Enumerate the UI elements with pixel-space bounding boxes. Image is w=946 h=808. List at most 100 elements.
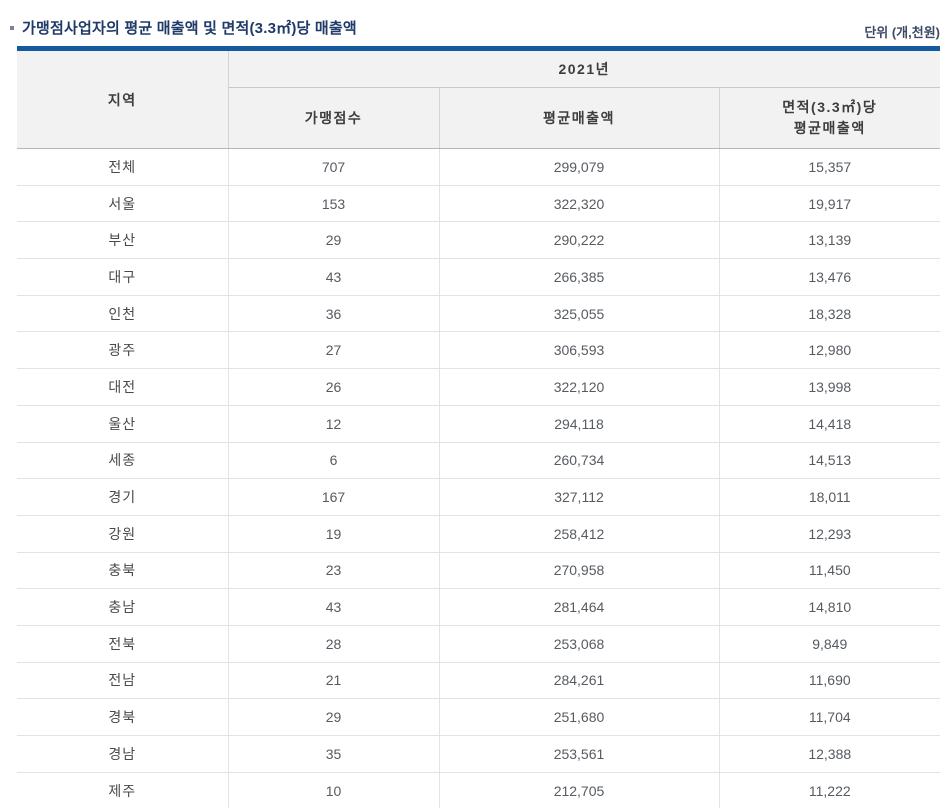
table-header-avg-sales: 평균매출액 (439, 87, 720, 149)
table-row: 충남 43 281,464 14,810 (17, 588, 940, 626)
region-cell: 울산 (17, 405, 229, 443)
page: 가맹점사업자의 평균 매출액 및 면적(3.3㎡)당 매출액 단위 (개,천원)… (0, 0, 946, 808)
table-row: 경북 29 251,680 11,704 (17, 698, 940, 736)
table-header-region: 지역 (17, 48, 229, 149)
table-header: 지역 2021년 가맹점수 평균매출액 면적(3.3㎡)당 평균매출액 (17, 48, 940, 149)
avg-sales-cell: 270,958 (439, 552, 720, 590)
title-wrap: 가맹점사업자의 평균 매출액 및 면적(3.3㎡)당 매출액 (10, 17, 357, 38)
region-cell: 전북 (17, 625, 229, 663)
per-area-sales-cell: 11,450 (719, 552, 940, 590)
store-count-cell: 12 (228, 405, 440, 443)
store-count-cell: 23 (228, 552, 440, 590)
store-count-cell: 153 (228, 185, 440, 223)
avg-sales-cell: 251,680 (439, 698, 720, 736)
store-count-cell: 6 (228, 442, 440, 480)
avg-sales-cell: 322,120 (439, 368, 720, 406)
regional-sales-table: 지역 2021년 가맹점수 평균매출액 면적(3.3㎡)당 평균매출액 전체 7… (17, 46, 940, 808)
per-area-sales-cell: 13,139 (719, 221, 940, 260)
region-cell: 전체 (17, 148, 229, 186)
per-area-sales-cell: 11,690 (719, 662, 940, 700)
store-count-cell: 29 (228, 698, 440, 736)
unit-label: 단위 (개,천원) (864, 25, 940, 40)
table-row: 부산 29 290,222 13,139 (17, 221, 940, 260)
table-row: 전남 21 284,261 11,690 (17, 662, 940, 700)
avg-sales-cell: 258,412 (439, 515, 720, 553)
region-cell: 전남 (17, 662, 229, 700)
avg-sales-cell: 260,734 (439, 442, 720, 480)
store-count-cell: 26 (228, 368, 440, 406)
table-row: 광주 27 306,593 12,980 (17, 331, 940, 370)
table-row: 제주 10 212,705 11,222 (17, 772, 940, 808)
store-count-cell: 43 (228, 588, 440, 626)
region-cell: 충남 (17, 588, 229, 626)
table-row: 서울 153 322,320 19,917 (17, 185, 940, 223)
per-area-sales-cell: 14,810 (719, 588, 940, 626)
table-row: 강원 19 258,412 12,293 (17, 515, 940, 553)
region-cell: 광주 (17, 331, 229, 370)
table-row: 전체 707 299,079 15,357 (17, 148, 940, 186)
per-area-sales-cell: 12,980 (719, 331, 940, 370)
avg-sales-cell: 294,118 (439, 405, 720, 443)
region-cell: 경북 (17, 698, 229, 736)
store-count-cell: 28 (228, 625, 440, 663)
table-row: 경기 167 327,112 18,011 (17, 478, 940, 516)
region-cell: 서울 (17, 185, 229, 223)
bullet-square-icon (10, 25, 14, 30)
per-area-sales-cell: 12,388 (719, 735, 940, 773)
per-area-sales-cell: 9,849 (719, 625, 940, 663)
avg-sales-cell: 325,055 (439, 295, 720, 333)
region-cell: 경기 (17, 478, 229, 516)
table-row: 세종 6 260,734 14,513 (17, 442, 940, 480)
table-row: 충북 23 270,958 11,450 (17, 552, 940, 590)
table-topbar: 가맹점사업자의 평균 매출액 및 면적(3.3㎡)당 매출액 단위 (개,천원) (0, 0, 946, 41)
region-cell: 강원 (17, 515, 229, 553)
per-area-sales-cell: 18,328 (719, 295, 940, 333)
avg-sales-cell: 290,222 (439, 221, 720, 260)
region-cell: 대전 (17, 368, 229, 406)
per-area-sales-cell: 14,418 (719, 405, 940, 443)
region-cell: 제주 (17, 772, 229, 808)
per-area-sales-cell: 18,011 (719, 478, 940, 516)
per-area-header-line1: 면적(3.3㎡)당 (782, 99, 878, 115)
store-count-cell: 10 (228, 772, 440, 808)
per-area-sales-cell: 11,222 (808, 782, 851, 799)
avg-sales-cell: 212,705 (439, 772, 720, 808)
table-row: 경남 35 253,561 12,388 (17, 735, 940, 773)
per-area-sales-cell: 11,704 (719, 698, 940, 736)
per-area-sales-cell: 15,357 (719, 148, 940, 186)
avg-sales-cell: 284,261 (439, 662, 720, 700)
store-count-cell: 35 (228, 735, 440, 773)
region-cell: 대구 (17, 258, 229, 296)
avg-sales-cell: 322,320 (439, 185, 720, 223)
region-cell: 충북 (17, 552, 229, 590)
table-header-per-area-sales: 면적(3.3㎡)당 평균매출액 (719, 87, 940, 149)
per-area-header-line2: 평균매출액 (793, 120, 866, 136)
store-count-cell: 43 (228, 258, 440, 296)
table-header-store-count: 가맹점수 (228, 87, 440, 149)
avg-sales-cell: 299,079 (439, 148, 720, 186)
region-cell: 인천 (17, 295, 229, 333)
region-cell: 세종 (17, 442, 229, 480)
per-area-sales-cell: 13,998 (719, 368, 940, 406)
store-count-cell: 707 (228, 148, 440, 186)
region-cell: 부산 (17, 221, 229, 260)
table-body: 전체 707 299,079 15,357 서울 153 322,320 19,… (17, 148, 940, 808)
avg-sales-cell: 306,593 (439, 331, 720, 370)
store-count-cell: 21 (228, 662, 440, 700)
table-header-year: 2021년 (228, 48, 940, 88)
per-area-sales-cell: 12,293 (719, 515, 940, 553)
avg-sales-cell: 281,464 (439, 588, 720, 626)
table-row: 울산 12 294,118 14,418 (17, 405, 940, 443)
table-row: 대구 43 266,385 13,476 (17, 258, 940, 296)
store-count-cell: 19 (228, 515, 440, 553)
avg-sales-cell: 253,561 (439, 735, 720, 773)
per-area-sales-cell: 14,513 (719, 442, 940, 480)
avg-sales-cell: 327,112 (439, 478, 720, 516)
table-row: 인천 36 325,055 18,328 (17, 295, 940, 333)
avg-sales-cell: 253,068 (439, 625, 720, 663)
store-count-cell: 29 (228, 221, 440, 260)
per-area-sales-cell: 19,917 (719, 185, 940, 223)
avg-sales-cell: 266,385 (439, 258, 720, 296)
page-title: 가맹점사업자의 평균 매출액 및 면적(3.3㎡)당 매출액 (22, 20, 357, 37)
region-cell: 경남 (17, 735, 229, 773)
